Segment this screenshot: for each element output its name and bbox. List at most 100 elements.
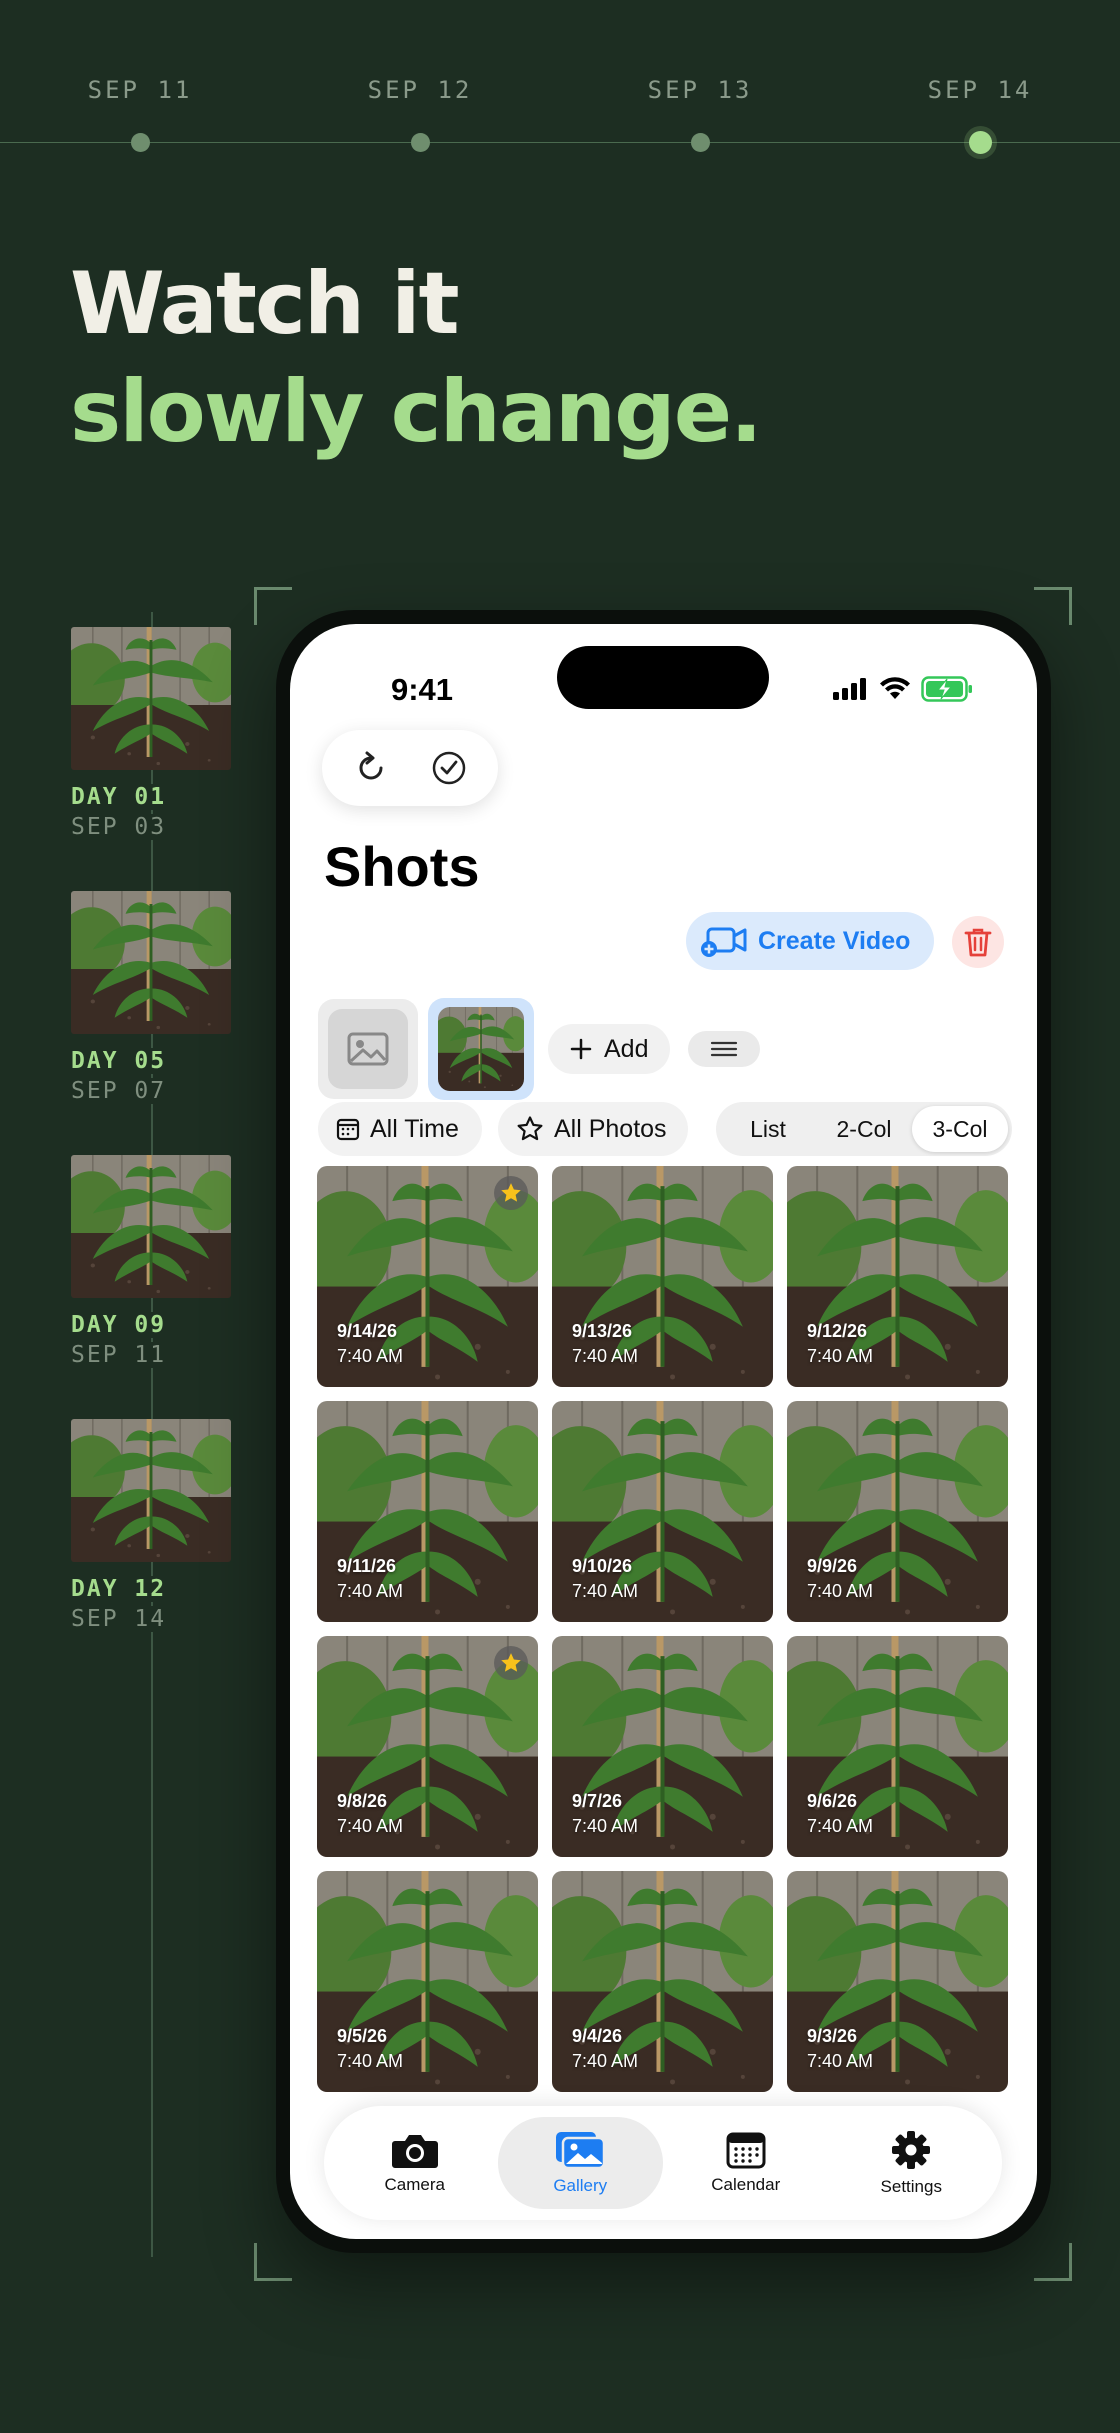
phone-frame: 9:41 Shots Create Video Add All Time All…	[276, 610, 1051, 2253]
photo-time: 7:40 AM	[572, 1346, 639, 1366]
phone-screen: 9:41 Shots Create Video Add All Time All…	[290, 624, 1037, 2239]
plant-thumbnail	[71, 1155, 231, 1298]
wifi-icon	[880, 677, 910, 699]
cellular-signal-icon	[833, 678, 866, 700]
headline: Watch it slowly change.	[70, 250, 763, 466]
photo-cell[interactable]: 9/14/26 7:40 AM	[317, 1166, 538, 1387]
timeline-dot-active	[969, 131, 992, 154]
plant-thumbnail	[71, 627, 231, 770]
favorite-star-icon	[494, 1646, 528, 1680]
photos-filter-label: All Photos	[554, 1114, 667, 1143]
page-title: Shots	[324, 835, 480, 898]
status-time: 9:41	[390, 672, 454, 707]
album-all-photos[interactable]	[318, 999, 418, 1099]
photo-cell[interactable]: 9/13/26 7:40 AM	[552, 1166, 773, 1387]
tab-label: Calendar	[711, 2175, 781, 2194]
photo-cell[interactable]: 9/11/26 7:40 AM	[317, 1401, 538, 1622]
timeline-dot	[131, 133, 150, 152]
view-mode-list[interactable]: List	[720, 1106, 816, 1152]
battery-charging-icon	[921, 676, 972, 702]
timeline-date: SEP 13	[647, 76, 753, 104]
photo-date: 9/5/26	[337, 2026, 388, 2046]
view-mode-2col[interactable]: 2-Col	[816, 1106, 912, 1152]
date-timeline: SEP 11 SEP 12 SEP 13 SEP 14	[0, 0, 1120, 160]
photo-time: 7:40 AM	[807, 1346, 874, 1366]
corner-bracket	[254, 2243, 292, 2281]
day-date: SEP 07	[71, 1078, 181, 1104]
photo-date: 9/12/26	[807, 1321, 868, 1341]
calendar-small-icon	[336, 1118, 360, 1141]
photo-cell[interactable]: 9/4/26 7:40 AM	[552, 1871, 773, 2092]
photo-date: 9/6/26	[807, 1791, 858, 1811]
day-date: SEP 03	[71, 814, 181, 840]
photo-cell[interactable]: 9/7/26 7:40 AM	[552, 1636, 773, 1857]
timeline-date: SEP 11	[87, 76, 193, 104]
create-video-button[interactable]: Create Video	[686, 912, 934, 970]
filmstrip-item: DAY 01 SEP 03	[71, 627, 231, 840]
timeline-dot	[411, 133, 430, 152]
photo-timestamp: 9/3/26 7:40 AM	[807, 2024, 873, 2074]
tab-camera[interactable]: Camera	[332, 2117, 498, 2209]
time-filter-label: All Time	[370, 1114, 459, 1143]
album-tomato-selected[interactable]	[428, 998, 534, 1100]
photo-cell[interactable]: 9/8/26 7:40 AM	[317, 1636, 538, 1857]
photo-cell[interactable]: 9/9/26 7:40 AM	[787, 1401, 1008, 1622]
trash-icon	[964, 928, 992, 957]
video-plus-icon	[701, 927, 747, 957]
reorder-menu-button[interactable]	[688, 1031, 761, 1067]
tab-settings[interactable]: Settings	[829, 2117, 995, 2209]
favorites-filter-button[interactable]: All Photos	[498, 1102, 688, 1156]
day-label: DAY 12	[71, 1576, 173, 1602]
photo-time: 7:40 AM	[572, 2051, 639, 2071]
photo-date: 9/11/26	[337, 1556, 397, 1576]
time-filter-button[interactable]: All Time	[318, 1102, 482, 1156]
photo-icon	[347, 1032, 389, 1066]
dynamic-island	[557, 646, 769, 709]
day-date: SEP 14	[71, 1606, 181, 1632]
photo-timestamp: 9/14/26 7:40 AM	[337, 1319, 403, 1369]
photo-cell[interactable]: 9/12/26 7:40 AM	[787, 1166, 1008, 1387]
filter-bar: All Time All Photos List 2-Col 3-Col	[318, 1102, 1012, 1156]
status-icons	[833, 676, 973, 702]
tab-label: Gallery	[553, 2176, 608, 2195]
day-label: DAY 01	[71, 784, 173, 810]
menu-lines-icon	[711, 1041, 738, 1057]
photo-date: 9/7/26	[572, 1791, 623, 1811]
photo-time: 7:40 AM	[572, 1581, 639, 1601]
delete-button[interactable]	[952, 916, 1004, 968]
photo-cell[interactable]: 9/6/26 7:40 AM	[787, 1636, 1008, 1857]
photo-timestamp: 9/5/26 7:40 AM	[337, 2024, 403, 2074]
photo-date: 9/13/26	[572, 1321, 633, 1341]
photo-date: 9/9/26	[807, 1556, 858, 1576]
refresh-icon[interactable]	[351, 748, 391, 788]
photo-cell[interactable]: 9/5/26 7:40 AM	[317, 1871, 538, 2092]
timeline-date: SEP 12	[367, 76, 473, 104]
day-label: DAY 09	[71, 1312, 173, 1338]
photo-date: 9/8/26	[337, 1791, 388, 1811]
photo-time: 7:40 AM	[807, 1581, 874, 1601]
corner-bracket	[254, 587, 292, 625]
day-label: DAY 05	[71, 1048, 173, 1074]
timeline-date: SEP 14	[927, 76, 1033, 104]
photo-timestamp: 9/6/26 7:40 AM	[807, 1789, 873, 1839]
photo-timestamp: 9/13/26 7:40 AM	[572, 1319, 638, 1369]
photo-cell[interactable]: 9/10/26 7:40 AM	[552, 1401, 773, 1622]
add-album-button[interactable]: Add	[548, 1024, 671, 1074]
view-mode-3col[interactable]: 3-Col	[912, 1106, 1008, 1152]
photo-date: 9/3/26	[807, 2026, 858, 2046]
photo-time: 7:40 AM	[337, 1346, 404, 1366]
select-checkmark-icon[interactable]	[429, 748, 469, 788]
photo-cell[interactable]: 9/3/26 7:40 AM	[787, 1871, 1008, 2092]
photo-time: 7:40 AM	[807, 1816, 874, 1836]
tab-gallery[interactable]: Gallery	[497, 2117, 663, 2209]
photo-time: 7:40 AM	[337, 1816, 404, 1836]
photo-time: 7:40 AM	[337, 1581, 404, 1601]
photo-timestamp: 9/12/26 7:40 AM	[807, 1319, 873, 1369]
filmstrip-item: DAY 09 SEP 11	[71, 1155, 231, 1368]
tab-calendar[interactable]: Calendar	[663, 2117, 829, 2209]
photo-timestamp: 9/4/26 7:40 AM	[572, 2024, 638, 2074]
photo-grid: 9/14/26 7:40 AM 9/13/26 7:40 AM 9/12/26 7:40 …	[317, 1166, 1011, 2092]
favorite-star-icon	[494, 1176, 528, 1210]
album-thumbnail	[438, 1007, 524, 1091]
photo-time: 7:40 AM	[572, 1816, 639, 1836]
